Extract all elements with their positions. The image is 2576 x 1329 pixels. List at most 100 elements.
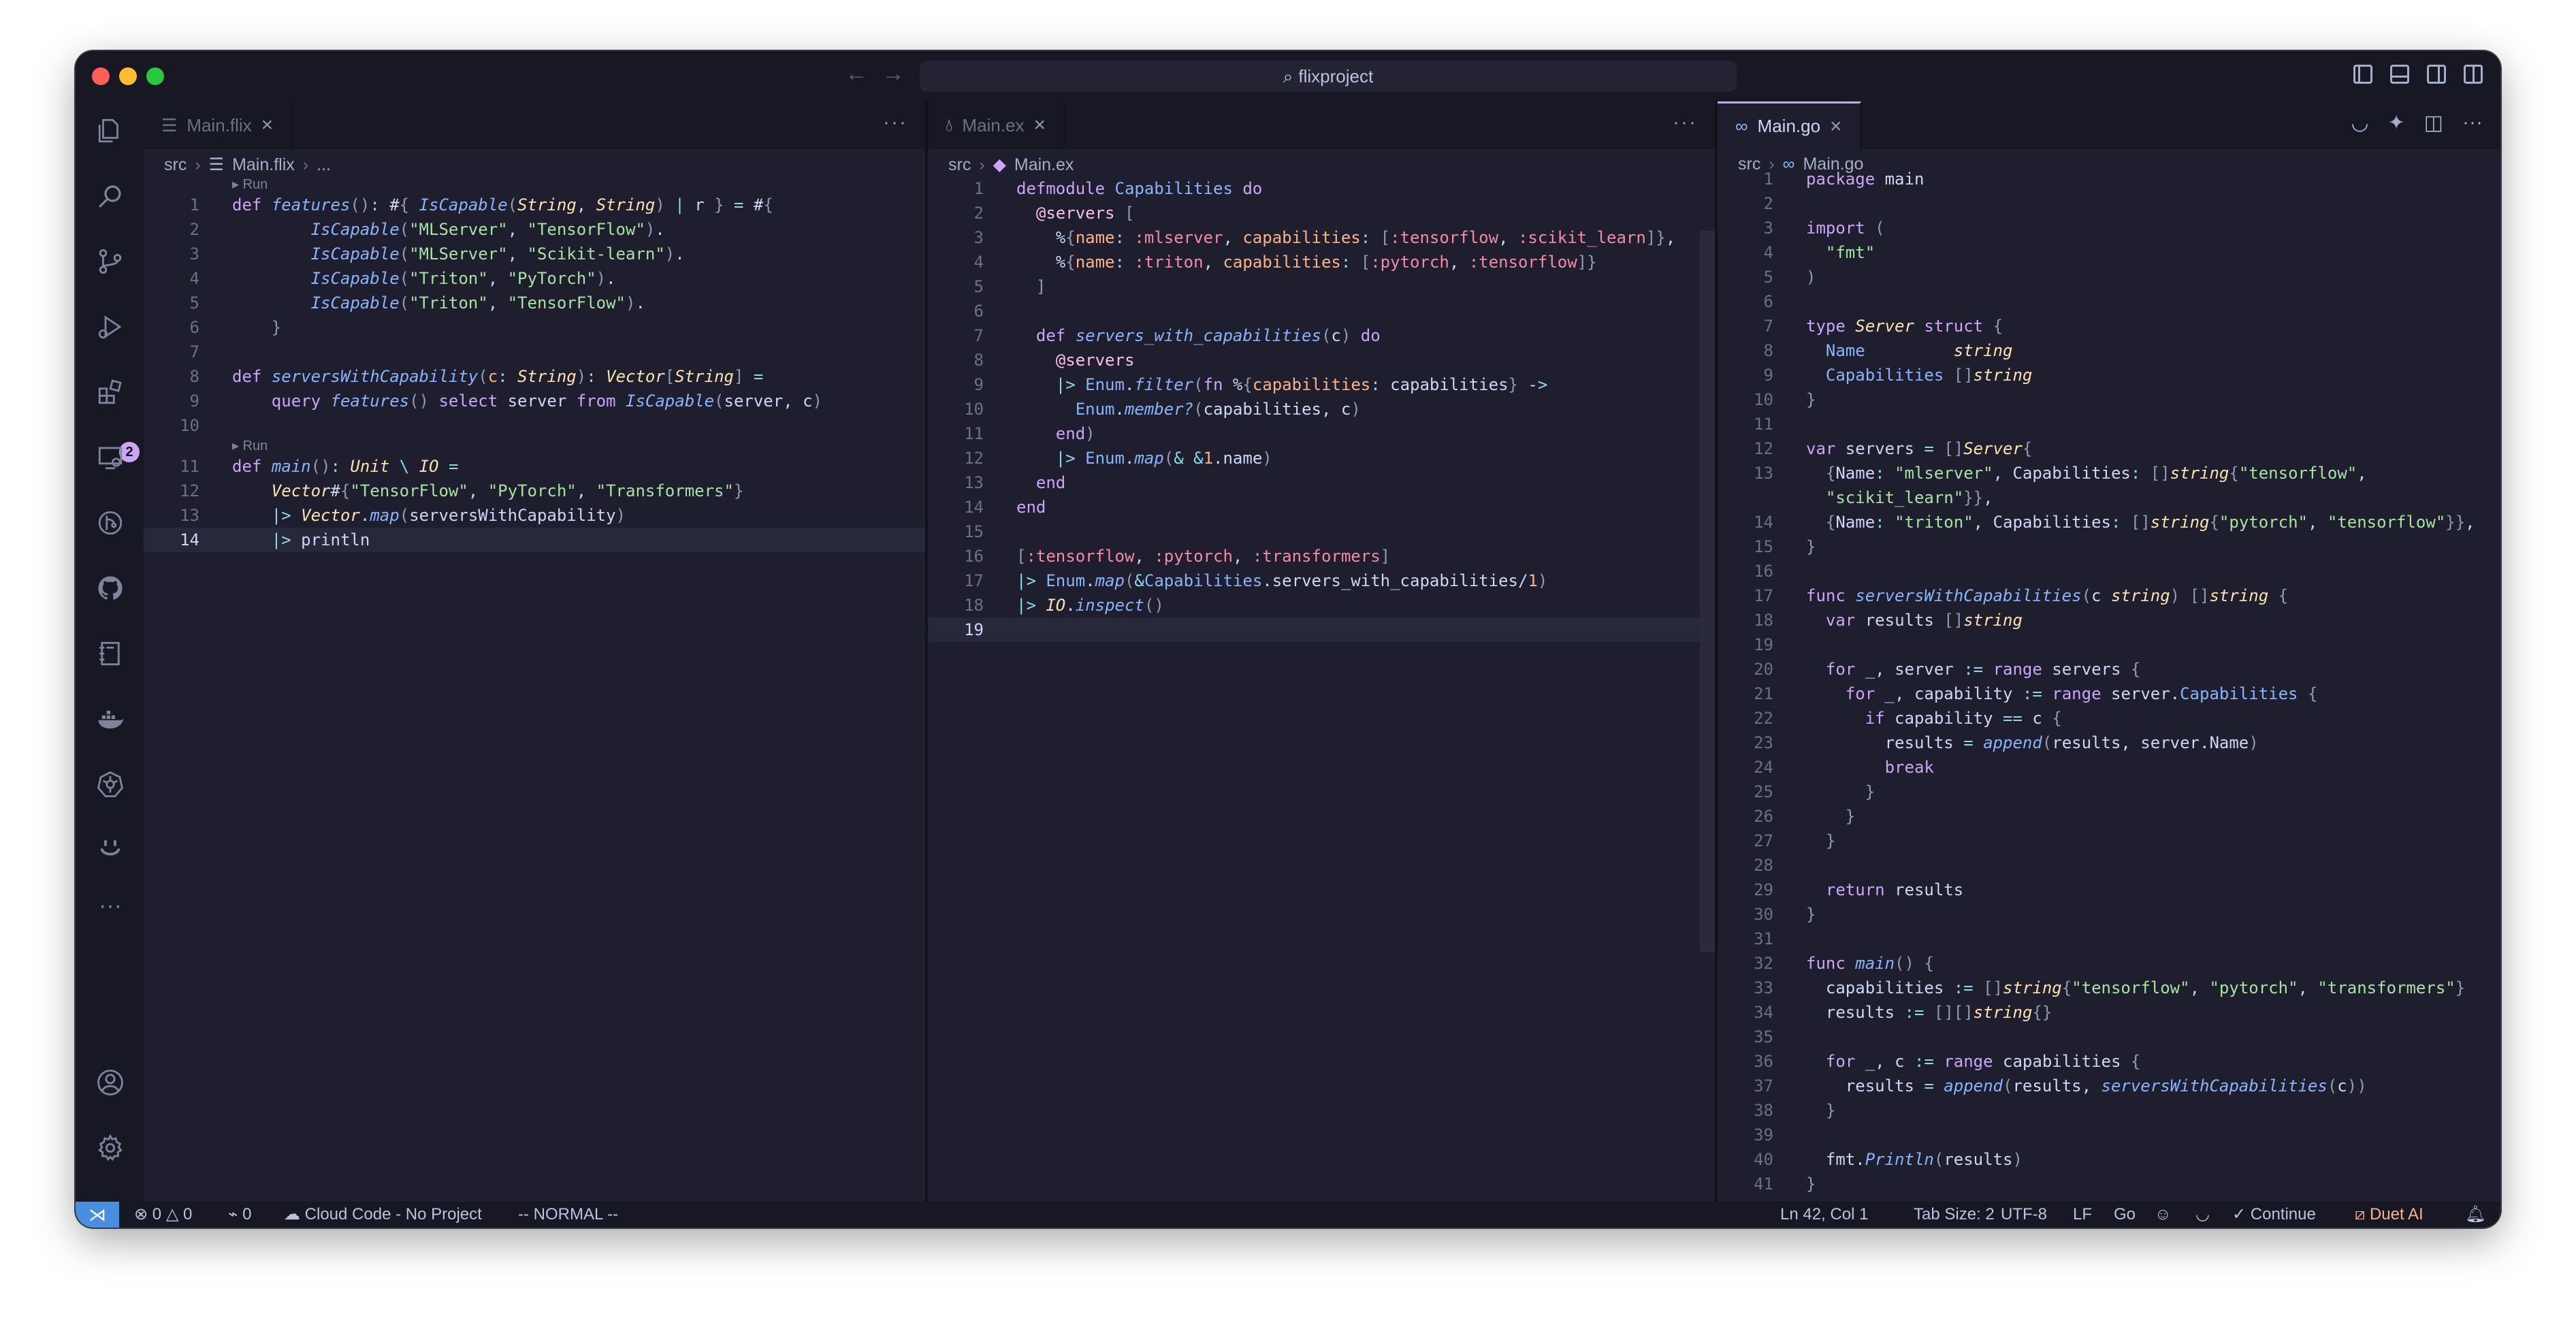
notifications-bell-icon[interactable]: 🔔︎ bbox=[2465, 1202, 2485, 1228]
more-actions-icon[interactable]: ··· bbox=[1673, 111, 1697, 134]
maximize-window-button[interactable] bbox=[146, 67, 164, 85]
toggle-secondary-sidebar-icon[interactable] bbox=[2427, 65, 2446, 84]
ports-indicator[interactable]: ⌁ 0 bbox=[228, 1202, 251, 1228]
code-line: 8 Name string bbox=[1718, 338, 2500, 363]
more-actions-icon[interactable]: ··· bbox=[883, 111, 907, 134]
line-text: func serversWithCapabilities(c string) [… bbox=[1806, 586, 2289, 605]
tab-main-flix[interactable]: ☰ Main.flix × bbox=[144, 101, 293, 149]
code-line: 6 bbox=[928, 299, 1715, 323]
continue-status[interactable]: ✓ Continue bbox=[2232, 1202, 2316, 1228]
more-icon[interactable]: ··· bbox=[96, 891, 125, 920]
problems-indicator[interactable]: ⊗ 0 △ 0 bbox=[134, 1202, 192, 1228]
code-line: 3 import ( bbox=[1718, 216, 2500, 240]
github-icon[interactable] bbox=[96, 574, 125, 603]
line-number: 1 bbox=[973, 179, 984, 198]
run-code-lens[interactable]: ▸ Run bbox=[144, 176, 925, 193]
run-and-debug-icon[interactable] bbox=[96, 313, 125, 341]
code-line: 4 "fmt" bbox=[1718, 240, 2500, 265]
code-line: 27 } bbox=[1718, 829, 2500, 853]
duet-ai-status[interactable]: ⧄ Duet AI bbox=[2355, 1202, 2424, 1228]
line-text: capabilities := []string{"tensorflow", "… bbox=[1806, 978, 2466, 997]
close-tab-icon[interactable]: × bbox=[1830, 115, 1842, 138]
code-line: 7 bbox=[189, 342, 199, 362]
code-editor[interactable]: ▸ Run 1 def features(): #{ IsCapable(Stri… bbox=[144, 176, 925, 552]
breadcrumb-item[interactable]: src bbox=[948, 155, 971, 175]
command-center-search[interactable]: ⌕ flixproject bbox=[920, 61, 1737, 92]
language-mode[interactable]: Go bbox=[2114, 1202, 2136, 1228]
tab-label: Main.go bbox=[1757, 116, 1821, 136]
go-icon: ∞ bbox=[1735, 116, 1748, 136]
source-control-icon[interactable] bbox=[96, 247, 125, 276]
line-number: 15 bbox=[1754, 537, 1773, 556]
feedback-icon[interactable]: ◡ bbox=[2195, 1202, 2210, 1228]
search-icon[interactable] bbox=[96, 182, 125, 210]
breadcrumb-item[interactable]: ... bbox=[317, 155, 331, 175]
line-ending[interactable]: LF bbox=[2073, 1202, 2092, 1228]
line-text: def servers_with_capabilities(c) do bbox=[1035, 326, 1381, 345]
customize-layout-icon[interactable] bbox=[2464, 65, 2483, 84]
gitlens-icon[interactable] bbox=[96, 509, 125, 537]
line-number: 28 bbox=[1754, 856, 1773, 875]
toggle-panel-icon[interactable] bbox=[2390, 65, 2409, 84]
line-number: 14 bbox=[964, 498, 984, 517]
code-line: 21 for _, capability := range server.Cap… bbox=[1718, 682, 2500, 706]
toggle-primary-sidebar-icon[interactable] bbox=[2353, 65, 2372, 84]
code-line: 5 IsCapable("Triton", "TensorFlow"). bbox=[189, 293, 645, 313]
line-text: end bbox=[1035, 473, 1066, 492]
close-tab-icon[interactable]: × bbox=[1033, 114, 1046, 137]
line-text: for _, capability := range server.Capabi… bbox=[1845, 684, 2318, 703]
line-text: @servers bbox=[1055, 351, 1135, 370]
line-number: 25 bbox=[1754, 782, 1773, 801]
breadcrumb-item[interactable]: Main.flix bbox=[232, 155, 295, 175]
code-line: 24 break bbox=[1718, 755, 2500, 780]
duet-ai-smile-icon[interactable]: ◡ bbox=[2351, 111, 2368, 135]
accounts-icon[interactable] bbox=[96, 1068, 125, 1097]
line-text: var servers = []Server{ bbox=[1806, 439, 2033, 458]
breadcrumb-item[interactable]: src bbox=[164, 155, 187, 175]
cursor-position[interactable]: Ln 42, Col 1 bbox=[1780, 1202, 1868, 1228]
line-text: Name string bbox=[1825, 341, 2013, 360]
notebook-icon[interactable] bbox=[96, 639, 125, 668]
line-text: import ( bbox=[1806, 219, 1885, 238]
minimize-window-button[interactable] bbox=[119, 67, 137, 85]
sparkle-icon[interactable]: ✦ bbox=[2388, 111, 2405, 135]
run-code-lens[interactable]: ▸ Run bbox=[144, 438, 925, 454]
code-line: 1 def features(): #{ IsCapable(String, St… bbox=[189, 195, 773, 214]
code-editor[interactable]: 1 defmodule Capabilities do 2 @servers [3 … bbox=[928, 176, 1715, 642]
tab-label: Main.flix bbox=[187, 114, 252, 135]
vim-mode: -- NORMAL -- bbox=[518, 1205, 619, 1223]
forward-arrow-icon[interactable]: → bbox=[882, 61, 905, 87]
line-number: 6 bbox=[973, 302, 984, 321]
copilot-icon[interactable]: ☺ bbox=[2155, 1202, 2172, 1228]
code-line: 2 @servers [ bbox=[928, 201, 1715, 225]
breadcrumb-item[interactable]: Main.ex bbox=[1014, 155, 1074, 175]
code-line: 13 |> Vector.map(serversWithCapability) bbox=[180, 506, 626, 525]
file-encoding[interactable]: UTF-8 bbox=[2001, 1202, 2047, 1228]
code-editor[interactable]: 1 package main 2 3 import (4 "fmt" 5) 6 7 type S… bbox=[1718, 167, 2500, 1196]
docker-icon[interactable] bbox=[96, 705, 125, 733]
more-actions-icon[interactable]: ··· bbox=[2462, 111, 2483, 135]
editor-pane-elixir: 💧︎ Main.ex × ··· src › ◆ Main.ex 1 defmodul… bbox=[928, 101, 1715, 1202]
line-text: Capabilities []string bbox=[1825, 366, 2033, 385]
remote-indicator-icon[interactable]: ⋊ bbox=[76, 1202, 119, 1228]
code-line: 32 func main() { bbox=[1718, 951, 2500, 976]
tab-main-go[interactable]: ∞ Main.go × bbox=[1718, 101, 1861, 149]
split-editor-icon[interactable]: ◫ bbox=[2424, 111, 2443, 135]
kubernetes-icon[interactable] bbox=[96, 770, 125, 799]
remote-explorer-icon[interactable] bbox=[96, 443, 125, 472]
tab-main-ex[interactable]: 💧︎ Main.ex × bbox=[928, 101, 1065, 149]
duet-ai-icon[interactable] bbox=[96, 835, 125, 864]
cloud-code-status[interactable]: ☁ Cloud Code - No Project bbox=[284, 1202, 482, 1228]
settings-gear-icon[interactable] bbox=[96, 1134, 125, 1162]
line-text: ] bbox=[1035, 277, 1046, 296]
back-arrow-icon[interactable]: ← bbox=[845, 61, 868, 87]
extensions-icon[interactable] bbox=[96, 378, 125, 406]
line-number: 19 bbox=[964, 620, 984, 639]
vertical-scrollbar[interactable] bbox=[1700, 231, 1715, 952]
line-number: 13 bbox=[1754, 464, 1773, 483]
close-tab-icon[interactable]: × bbox=[261, 114, 274, 137]
explorer-icon[interactable] bbox=[96, 116, 125, 145]
code-line: 7 type Server struct { bbox=[1718, 314, 2500, 338]
tab-size[interactable]: Tab Size: 2 bbox=[1914, 1202, 1995, 1228]
close-window-button[interactable] bbox=[92, 67, 110, 85]
